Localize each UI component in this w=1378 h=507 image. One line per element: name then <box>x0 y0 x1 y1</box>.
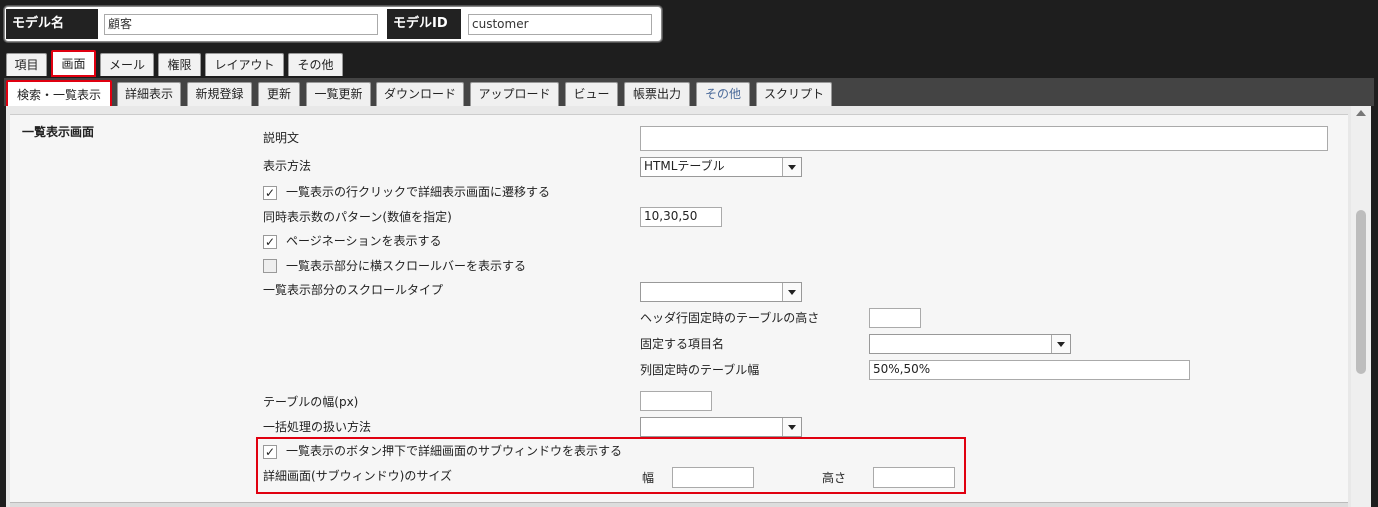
table-width-label: テーブルの幅(px) <box>263 395 359 409</box>
table-width-input[interactable] <box>640 391 712 411</box>
scroll-type-select[interactable] <box>640 282 802 302</box>
model-id-input[interactable]: customer <box>468 14 652 35</box>
pagination-label: ページネーションを表示する <box>286 234 442 248</box>
model-id-label: モデルID <box>387 9 461 39</box>
tab-screen[interactable]: 画面 <box>51 50 96 77</box>
row-click-label: 一覧表示の行クリックで詳細表示画面に遷移する <box>286 185 551 199</box>
description-label: 説明文 <box>263 131 300 145</box>
width-input[interactable] <box>672 467 754 488</box>
subtab-script[interactable]: スクリプト <box>756 82 832 106</box>
subtab-download[interactable]: ダウンロード <box>376 82 464 106</box>
display-method-label: 表示方法 <box>263 159 312 173</box>
subtab-detail[interactable]: 詳細表示 <box>117 82 181 106</box>
subwindow-size-label: 詳細画面(サブウィンドウ)のサイズ <box>263 469 453 483</box>
description-input[interactable] <box>640 126 1328 151</box>
tab-permission[interactable]: 権限 <box>158 53 201 76</box>
fixed-item-select[interactable] <box>869 334 1071 354</box>
subtab-bulk-update[interactable]: 一覧更新 <box>306 82 371 106</box>
subwindow-checkbox[interactable]: ✓ <box>263 445 277 459</box>
chevron-down-icon <box>782 418 801 436</box>
scrollbar-thumb[interactable] <box>1356 210 1366 374</box>
page-pattern-label: 同時表示数のパターン(数値を指定) <box>263 210 452 224</box>
subtab-upload[interactable]: アップロード <box>470 82 559 106</box>
tab-items[interactable]: 項目 <box>6 53 47 76</box>
row-click-checkbox[interactable]: ✓ <box>263 186 277 200</box>
model-name-label: モデル名 <box>6 9 98 39</box>
hscroll-checkbox[interactable] <box>263 259 277 273</box>
subtab-update[interactable]: 更新 <box>258 82 300 106</box>
bulk-label: 一括処理の扱い方法 <box>263 420 372 434</box>
tab-layout[interactable]: レイアウト <box>205 53 284 76</box>
chevron-down-icon <box>782 158 801 176</box>
width-label: 幅 <box>642 471 655 485</box>
hscroll-label: 一覧表示部分に横スクロールバーを表示する <box>286 259 527 273</box>
height-label: 高さ <box>822 471 847 485</box>
header-height-input[interactable] <box>869 308 921 328</box>
tab-other[interactable]: その他 <box>288 53 343 76</box>
subtab-other[interactable]: その他 <box>696 82 750 106</box>
col-width-input[interactable]: 50%,50% <box>869 360 1190 380</box>
chevron-down-icon <box>1051 335 1070 353</box>
tab-mail[interactable]: メール <box>100 53 154 76</box>
section-title: 一覧表示画面 <box>22 125 95 139</box>
display-method-select[interactable]: HTMLテーブル <box>640 157 802 177</box>
subtab-new[interactable]: 新規登録 <box>187 82 252 106</box>
scroll-up-icon[interactable] <box>1356 110 1366 116</box>
chevron-down-icon <box>782 283 801 301</box>
section-divider <box>10 502 1348 507</box>
pagination-checkbox[interactable]: ✓ <box>263 235 277 249</box>
header-height-label: ヘッダ行固定時のテーブルの高さ <box>640 311 820 325</box>
subtab-report[interactable]: 帳票出力 <box>624 82 690 106</box>
scroll-type-label: 一覧表示部分のスクロールタイプ <box>263 283 444 297</box>
display-method-value: HTMLテーブル <box>644 159 725 173</box>
page-pattern-input[interactable]: 10,30,50 <box>640 207 722 227</box>
fixed-item-label: 固定する項目名 <box>640 337 725 351</box>
height-input[interactable] <box>873 467 955 488</box>
model-name-input[interactable]: 顧客 <box>104 14 378 35</box>
subwindow-label: 一覧表示のボタン押下で詳細画面のサブウィンドウを表示する <box>286 444 623 458</box>
bulk-select[interactable] <box>640 417 802 437</box>
subtab-view[interactable]: ビュー <box>565 82 618 106</box>
col-width-label: 列固定時のテーブル幅 <box>640 363 760 377</box>
